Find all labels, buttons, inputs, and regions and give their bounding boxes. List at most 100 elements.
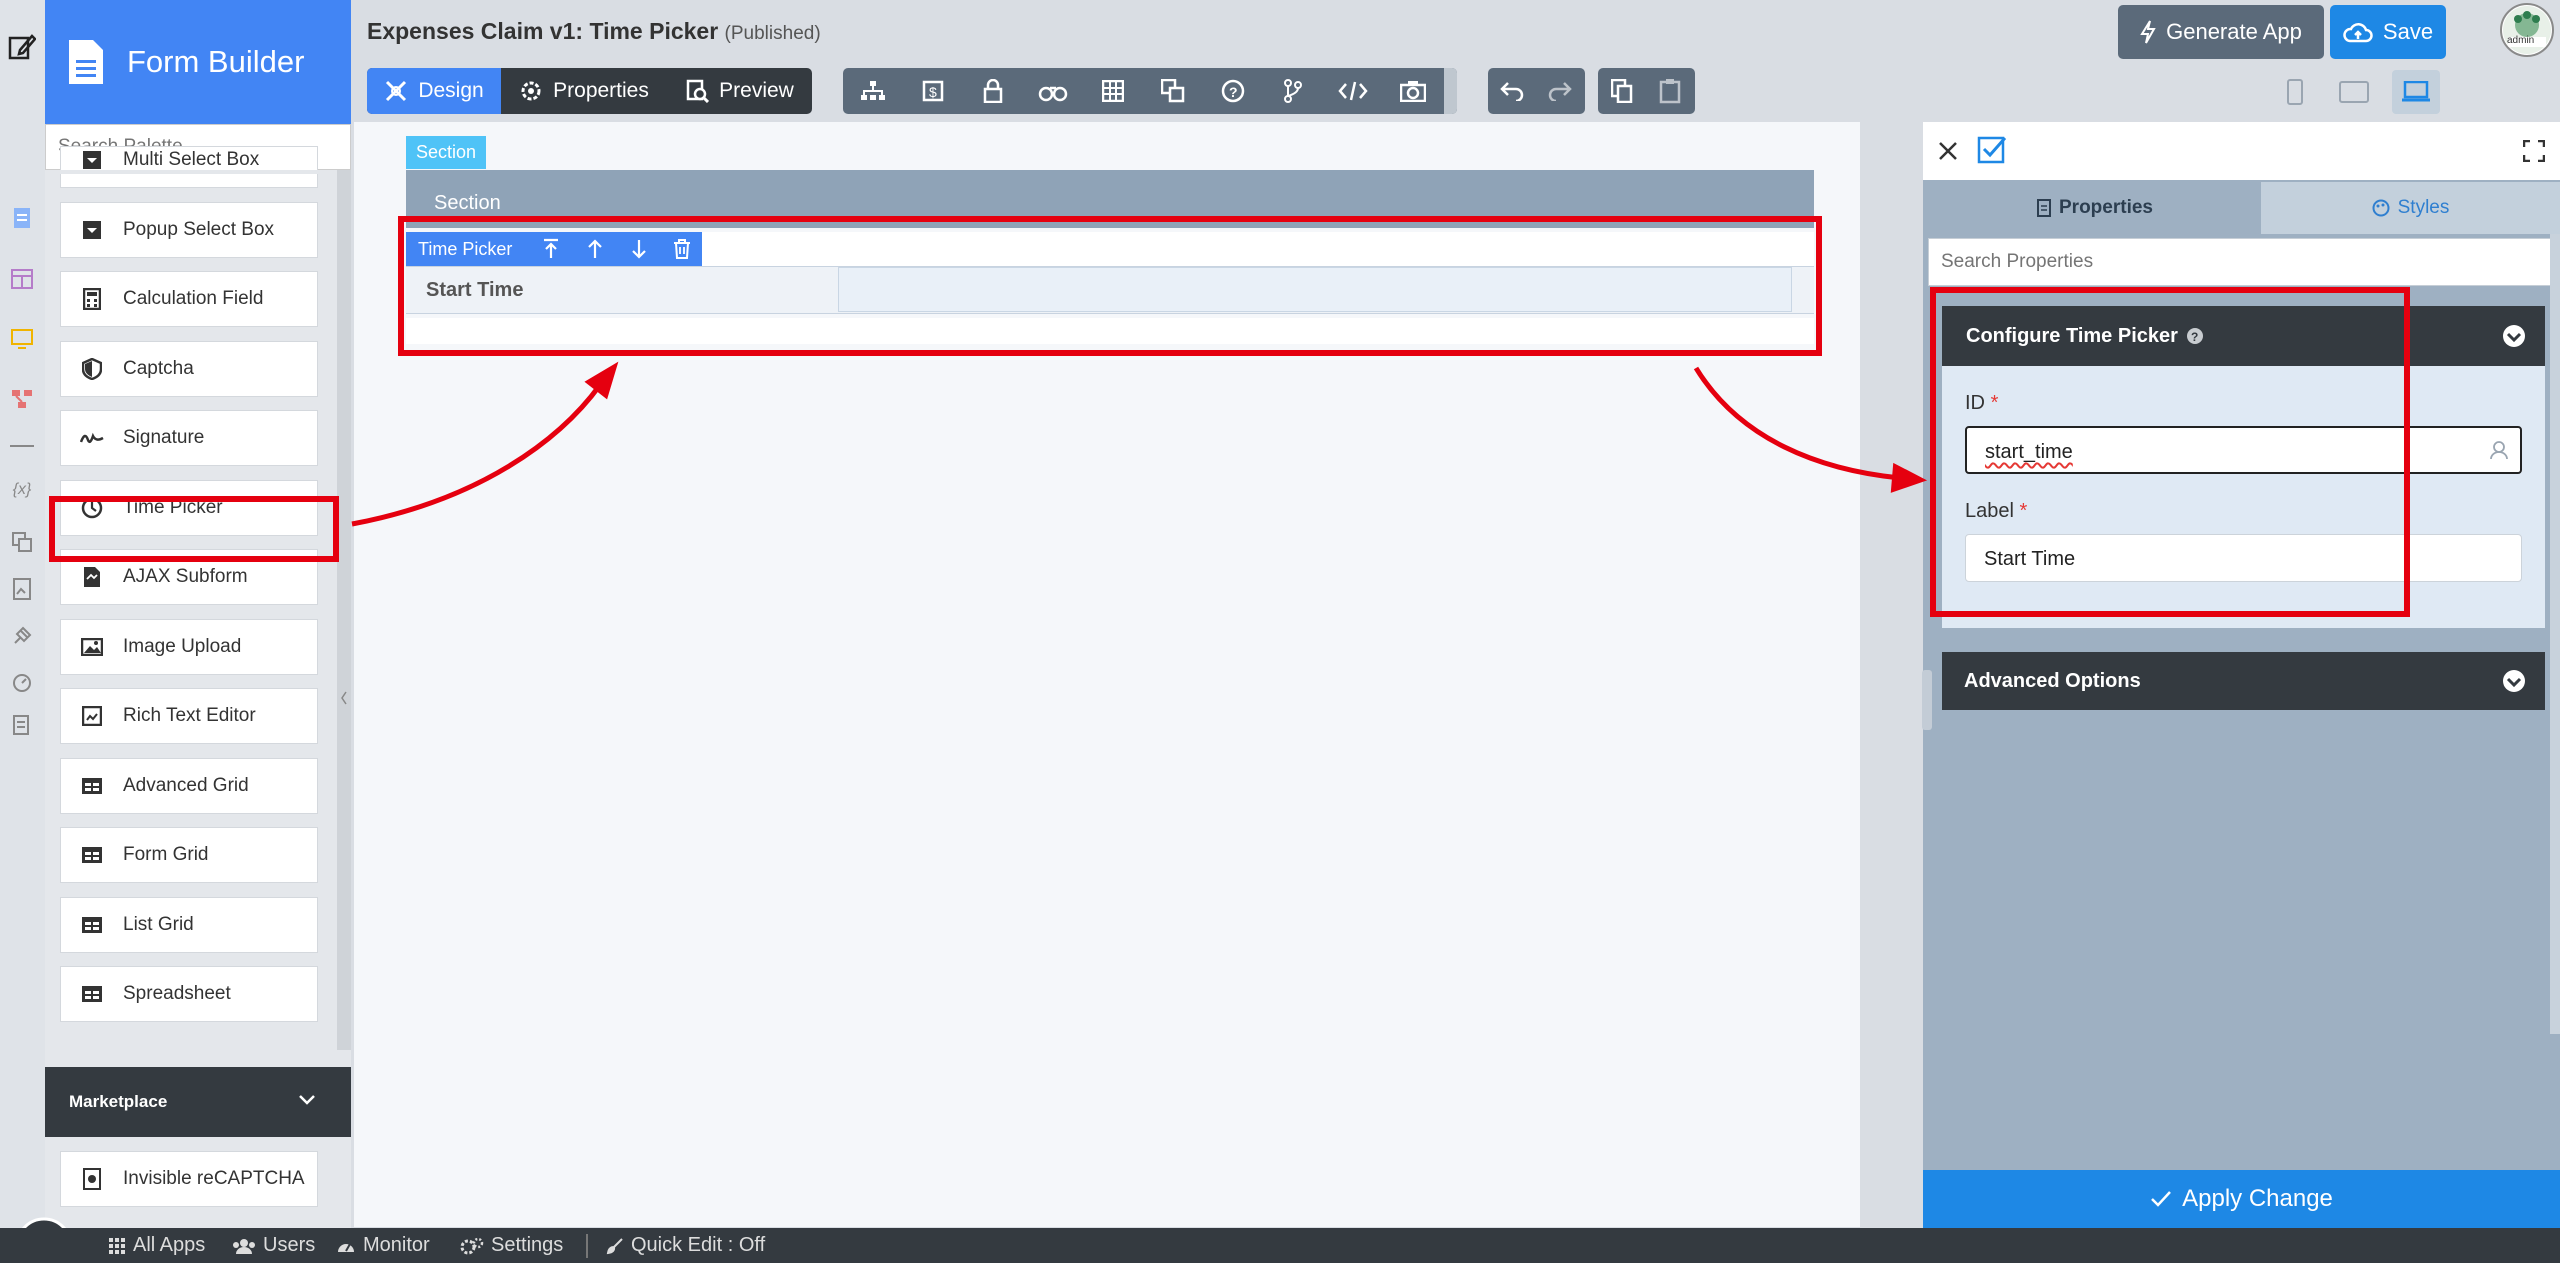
tab-preview[interactable]: Preview xyxy=(667,68,812,114)
properties-search-input[interactable] xyxy=(1928,238,2554,286)
palette-collapse-handle[interactable] xyxy=(338,668,350,728)
palette-scrollbar[interactable] xyxy=(337,170,351,1050)
toolbar-scroll-handle[interactable] xyxy=(1444,68,1457,114)
copy-icon[interactable] xyxy=(1598,68,1646,114)
design-icon xyxy=(384,79,408,103)
preview-icon xyxy=(685,79,710,103)
users-icon xyxy=(232,1237,256,1255)
svg-text:$: $ xyxy=(929,84,937,100)
signature-icon xyxy=(79,425,105,451)
palette-item-label: Rich Text Editor xyxy=(123,705,256,726)
datalist-icon[interactable] xyxy=(8,265,36,293)
help-icon[interactable]: ? xyxy=(1203,68,1263,114)
avatar[interactable]: admin xyxy=(2500,3,2554,57)
monitor-link[interactable]: Monitor xyxy=(336,1228,430,1263)
paste-icon[interactable] xyxy=(1646,68,1694,114)
desktop-view-icon[interactable] xyxy=(2392,70,2440,114)
calculator-icon xyxy=(79,286,105,312)
left-rail: {x} xyxy=(0,0,45,1228)
palette-item-captcha[interactable]: Captcha xyxy=(60,341,318,397)
advanced-options-header[interactable]: Advanced Options xyxy=(1942,652,2545,710)
redo-icon[interactable] xyxy=(1536,68,1584,114)
chevron-down-icon xyxy=(299,1095,315,1105)
palette-item-label: Popup Select Box xyxy=(123,219,275,240)
image-icon xyxy=(79,634,105,660)
palette-item-form-grid[interactable]: Form Grid xyxy=(60,827,318,883)
palette-item-calculation-field[interactable]: Calculation Field xyxy=(60,271,318,327)
brand-title: Form Builder xyxy=(127,44,305,79)
users-link[interactable]: Users xyxy=(232,1228,315,1263)
palette-item-image-upload[interactable]: Image Upload xyxy=(60,619,318,675)
palette-item-label: Image Upload xyxy=(123,636,242,657)
process-icon[interactable] xyxy=(8,385,36,413)
table-icon[interactable] xyxy=(1083,68,1143,114)
binoculars-icon[interactable] xyxy=(1023,68,1083,114)
palette-item-popup-select-box[interactable]: Popup Select Box xyxy=(60,202,318,258)
form-icon[interactable] xyxy=(8,204,36,232)
tree-icon[interactable] xyxy=(843,68,903,114)
palette-item-label: Multi Select Box xyxy=(123,149,260,170)
close-icon[interactable] xyxy=(1937,140,1959,162)
marketplace-header[interactable]: Marketplace xyxy=(45,1067,351,1137)
palette-item-multi-select-box[interactable]: Multi Select Box xyxy=(60,146,318,188)
log-icon[interactable] xyxy=(8,712,36,740)
properties-panel-toolbar xyxy=(1923,122,2560,180)
palette-item-label: Invisible reCAPTCHA xyxy=(123,1168,305,1189)
palette-item-label: AJAX Subform xyxy=(123,566,248,587)
performance-icon[interactable] xyxy=(8,668,36,696)
undo-icon[interactable] xyxy=(1488,68,1536,114)
lock-icon[interactable] xyxy=(963,68,1023,114)
bottom-bar-divider xyxy=(586,1234,588,1258)
svg-text:?: ? xyxy=(1229,84,1238,100)
dashboard-icon xyxy=(336,1237,356,1255)
palette-item-spreadsheet[interactable]: Spreadsheet xyxy=(60,966,318,1022)
expand-icon[interactable] xyxy=(2523,140,2545,162)
i18n-icon[interactable] xyxy=(8,528,36,556)
save-button[interactable]: Save xyxy=(2330,5,2446,59)
document-icon xyxy=(2037,199,2051,217)
palette-item-label: Form Grid xyxy=(123,844,209,865)
palette-item-list-grid[interactable]: List Grid xyxy=(60,897,318,953)
palette-item-signature[interactable]: Signature xyxy=(60,410,318,466)
palette-item-advanced-grid[interactable]: Advanced Grid xyxy=(60,758,318,814)
chevron-down-icon[interactable] xyxy=(2502,669,2526,693)
brand-header: Form Builder xyxy=(45,0,351,124)
tab-styles[interactable]: Styles xyxy=(2261,182,2560,234)
document-icon[interactable] xyxy=(8,575,36,603)
tablet-view-icon[interactable] xyxy=(2336,75,2372,109)
tab-properties-panel[interactable]: Properties xyxy=(1929,182,2261,234)
all-apps-link[interactable]: All Apps xyxy=(108,1228,205,1263)
branch-icon[interactable] xyxy=(1263,68,1323,114)
section-tag[interactable]: Section xyxy=(406,136,486,169)
userview-icon[interactable] xyxy=(8,325,36,353)
plugin-icon[interactable] xyxy=(8,622,36,650)
tab-properties[interactable]: Properties xyxy=(501,68,667,114)
chevron-down-icon[interactable] xyxy=(2502,324,2526,348)
brush-icon xyxy=(606,1237,624,1255)
palette-item-label: Advanced Grid xyxy=(123,775,249,796)
gear-icon xyxy=(519,79,543,103)
translate-icon[interactable] xyxy=(1143,68,1203,114)
palette-item-label: Captcha xyxy=(123,358,194,379)
edit-icon[interactable] xyxy=(8,32,36,60)
settings-link[interactable]: Settings xyxy=(460,1228,563,1263)
marketplace-label: Marketplace xyxy=(69,1092,168,1111)
palette-item-rich-text-editor[interactable]: Rich Text Editor xyxy=(60,688,318,744)
apply-change-button[interactable]: Apply Change xyxy=(1923,1170,2560,1228)
user-lookup-icon[interactable] xyxy=(2488,439,2510,461)
properties-scrollbar[interactable] xyxy=(2550,234,2560,1034)
check-icon xyxy=(2150,1190,2172,1208)
generate-app-button[interactable]: Generate App xyxy=(2118,5,2324,59)
code-icon[interactable] xyxy=(1323,68,1383,114)
variables-icon[interactable]: {x} xyxy=(8,476,36,504)
palette-item-recaptcha[interactable]: Invisible reCAPTCHA xyxy=(60,1151,318,1207)
grid-icon xyxy=(79,912,105,938)
money-icon[interactable]: $ xyxy=(903,68,963,114)
quick-edit-toggle[interactable]: Quick Edit : Off xyxy=(606,1228,765,1263)
mobile-view-icon[interactable] xyxy=(2280,75,2310,109)
tab-design[interactable]: Design xyxy=(367,68,501,114)
panel-resize-handle[interactable] xyxy=(1922,670,1932,730)
advanced-options-title: Advanced Options xyxy=(1964,669,2141,692)
camera-icon[interactable] xyxy=(1383,68,1443,114)
checkbox-confirm-icon[interactable] xyxy=(1977,134,2007,164)
